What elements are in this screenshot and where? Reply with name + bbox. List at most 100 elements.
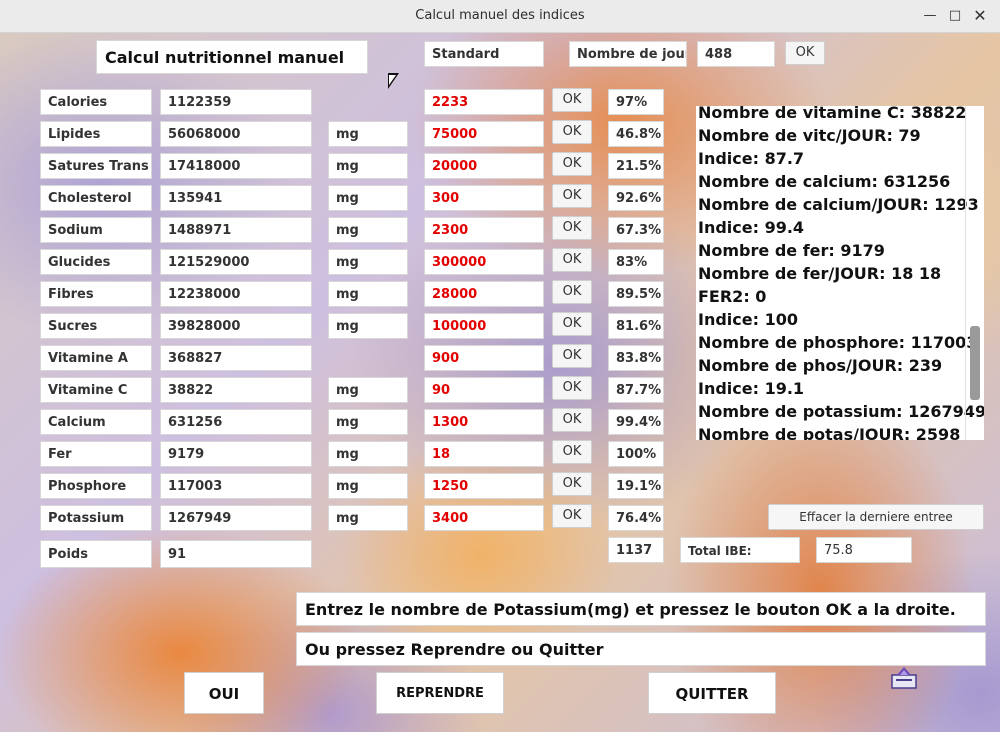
standard-value: 90 <box>424 377 544 403</box>
days-label: Nombre de jours <box>569 41 687 67</box>
nutrient-input[interactable]: 121529000 <box>160 249 312 275</box>
nutrient-label: Sucres <box>40 313 152 339</box>
minimize-icon[interactable]: — <box>920 6 940 26</box>
unit-label: mg <box>328 409 408 435</box>
quitter-button[interactable]: QUITTER <box>648 672 776 714</box>
row-ok-button[interactable]: OK <box>552 152 592 176</box>
reprendre-button[interactable]: REPRENDRE <box>376 672 504 714</box>
row-ok-button[interactable]: OK <box>552 248 592 272</box>
log-line: Nombre de vitamine C: 38822 <box>698 106 967 122</box>
nutrient-input[interactable]: 9179 <box>160 441 312 467</box>
window-title: Calcul manuel des indices <box>415 8 585 23</box>
poids-count: 1137 <box>608 537 664 563</box>
days-ok-button[interactable]: OK <box>785 41 825 65</box>
standard-value: 75000 <box>424 121 544 147</box>
row-ok-button[interactable]: OK <box>552 184 592 208</box>
unit-label: mg <box>328 185 408 211</box>
log-line: Nombre de potas/JOUR: 2598 <box>698 425 961 440</box>
nutrient-input[interactable]: 1488971 <box>160 217 312 243</box>
maximize-icon[interactable]: □ <box>945 6 965 26</box>
standard-value: 300 <box>424 185 544 211</box>
standard-value: 18 <box>424 441 544 467</box>
unit-label: mg <box>328 281 408 307</box>
unit-label: mg <box>328 313 408 339</box>
unit-label: mg <box>328 121 408 147</box>
log-line: Nombre de vitc/JOUR: 79 <box>698 126 921 145</box>
percent-value: 67.3% <box>608 217 664 243</box>
row-ok-button[interactable]: OK <box>552 440 592 464</box>
percent-value: 92.6% <box>608 185 664 211</box>
unit-label: mg <box>328 377 408 403</box>
nutrient-input[interactable]: 1122359 <box>160 89 312 115</box>
nutrient-input[interactable]: 368827 <box>160 345 312 371</box>
log-line: Nombre de potassium: 1267949 <box>698 402 984 421</box>
percent-value: 97% <box>608 89 664 115</box>
log-line: Indice: 87.7 <box>698 149 805 168</box>
percent-value: 83.8% <box>608 345 664 371</box>
days-input[interactable]: 488 <box>697 41 775 67</box>
row-ok-button[interactable]: OK <box>552 280 592 304</box>
nutrient-input[interactable]: 631256 <box>160 409 312 435</box>
percent-value: 100% <box>608 441 664 467</box>
percent-value: 46.8% <box>608 121 664 147</box>
oui-button[interactable]: OUI <box>184 672 264 714</box>
row-ok-button[interactable]: OK <box>552 408 592 432</box>
nutrient-input[interactable]: 117003 <box>160 473 312 499</box>
nutrient-input[interactable]: 17418000 <box>160 153 312 179</box>
secondary-message: Ou pressez Reprendre ou Quitter <box>296 632 986 666</box>
log-line: Nombre de fer: 9179 <box>698 241 885 260</box>
close-icon[interactable]: ✕ <box>970 6 990 26</box>
log-line: Indice: 99.4 <box>698 218 805 237</box>
app-heading: Calcul nutritionnel manuel <box>96 40 368 74</box>
log-scroll-track <box>965 106 966 440</box>
nutrient-label: Fibres <box>40 281 152 307</box>
standard-value: 2300 <box>424 217 544 243</box>
clear-last-entry-button[interactable]: Effacer la derniere entree <box>768 504 984 530</box>
nutrient-label: Vitamine A <box>40 345 152 371</box>
row-ok-button[interactable]: OK <box>552 504 592 528</box>
unit-label: mg <box>328 473 408 499</box>
unit-label: mg <box>328 249 408 275</box>
poids-input[interactable]: 91 <box>160 540 312 568</box>
row-ok-button[interactable]: OK <box>552 312 592 336</box>
nutrient-input[interactable]: 56068000 <box>160 121 312 147</box>
percent-value: 19.1% <box>608 473 664 499</box>
standard-value: 900 <box>424 345 544 371</box>
row-ok-button[interactable]: OK <box>552 88 592 112</box>
log-scrollbar[interactable] <box>970 326 980 400</box>
nutrient-label: Glucides <box>40 249 152 275</box>
standard-value: 2233 <box>424 89 544 115</box>
log-textarea[interactable]: Nombre de vitamine C: 38822 Nombre de vit… <box>696 106 984 440</box>
nutrient-input[interactable]: 1267949 <box>160 505 312 531</box>
standard-value: 1250 <box>424 473 544 499</box>
row-ok-button[interactable]: OK <box>552 120 592 144</box>
nutrient-input[interactable]: 39828000 <box>160 313 312 339</box>
nutrient-label: Cholesterol <box>40 185 152 211</box>
nutrient-label: Phosphore <box>40 473 152 499</box>
row-ok-button[interactable]: OK <box>552 216 592 240</box>
total-ibe-label: Total IBE: <box>680 537 800 563</box>
log-line: Indice: 19.1 <box>698 379 805 398</box>
nutrient-label: Calories <box>40 89 152 115</box>
percent-value: 83% <box>608 249 664 275</box>
standard-value: 300000 <box>424 249 544 275</box>
row-ok-button[interactable]: OK <box>552 472 592 496</box>
nutrient-input[interactable]: 135941 <box>160 185 312 211</box>
row-ok-button[interactable]: OK <box>552 376 592 400</box>
log-line: Indice: 100 <box>698 310 798 329</box>
standard-label: Standard <box>424 41 544 67</box>
nutrient-label: Satures Trans <box>40 153 152 179</box>
percent-value: 21.5% <box>608 153 664 179</box>
nutrient-label: Calcium <box>40 409 152 435</box>
nutrient-label: Fer <box>40 441 152 467</box>
nutrient-input[interactable]: 38822 <box>160 377 312 403</box>
row-ok-button[interactable]: OK <box>552 344 592 368</box>
nutrient-label: Vitamine C <box>40 377 152 403</box>
poids-label: Poids <box>40 540 152 568</box>
instruction-message: Entrez le nombre de Potassium(mg) et pre… <box>296 592 986 626</box>
nutrient-label: Potassium <box>40 505 152 531</box>
percent-value: 99.4% <box>608 409 664 435</box>
nutrient-input[interactable]: 12238000 <box>160 281 312 307</box>
unit-label: mg <box>328 217 408 243</box>
total-ibe-input[interactable]: 75.8 <box>816 537 912 563</box>
